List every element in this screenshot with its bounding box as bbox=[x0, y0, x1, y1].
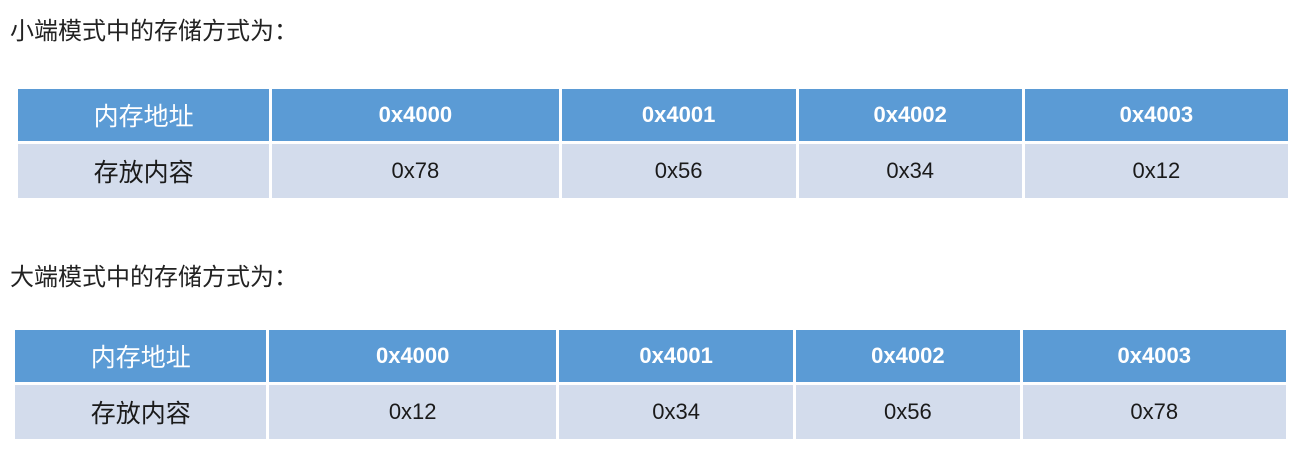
address-cell: 0x4002 bbox=[798, 89, 1022, 141]
address-cell: 0x4003 bbox=[1024, 89, 1288, 141]
content-cell: 0x12 bbox=[269, 385, 556, 439]
address-cell: 0x4001 bbox=[558, 330, 794, 382]
address-cell: 0x4000 bbox=[269, 330, 556, 382]
content-cell: 0x78 bbox=[272, 144, 559, 198]
address-cell: 0x4001 bbox=[561, 89, 796, 141]
content-cell: 0x34 bbox=[798, 144, 1022, 198]
content-cell: 0x78 bbox=[1022, 385, 1286, 439]
table-header-row: 内存地址 0x4000 0x4001 0x4002 0x4003 bbox=[15, 330, 1286, 382]
content-cell: 0x34 bbox=[558, 385, 794, 439]
content-cell: 0x12 bbox=[1024, 144, 1288, 198]
big-endian-caption: 大端模式中的存储方式为： bbox=[10, 263, 298, 291]
big-endian-table: 内存地址 0x4000 0x4001 0x4002 0x4003 存放内容 0x… bbox=[12, 327, 1289, 442]
content-cell: 0x56 bbox=[561, 144, 796, 198]
table-row: 存放内容 0x12 0x34 0x56 0x78 bbox=[15, 385, 1286, 439]
table-header-row: 内存地址 0x4000 0x4001 0x4002 0x4003 bbox=[18, 89, 1288, 141]
content-cell: 0x56 bbox=[796, 385, 1020, 439]
little-endian-caption: 小端模式中的存储方式为： bbox=[10, 17, 298, 45]
content-row-label: 存放内容 bbox=[18, 144, 270, 198]
address-cell: 0x4003 bbox=[1022, 330, 1286, 382]
little-endian-table: 内存地址 0x4000 0x4001 0x4002 0x4003 存放内容 0x… bbox=[15, 86, 1291, 201]
address-cell: 0x4000 bbox=[272, 89, 559, 141]
address-header-label: 内存地址 bbox=[15, 330, 267, 382]
address-cell: 0x4002 bbox=[796, 330, 1020, 382]
content-row-label: 存放内容 bbox=[15, 385, 267, 439]
table-row: 存放内容 0x78 0x56 0x34 0x12 bbox=[18, 144, 1288, 198]
address-header-label: 内存地址 bbox=[18, 89, 270, 141]
